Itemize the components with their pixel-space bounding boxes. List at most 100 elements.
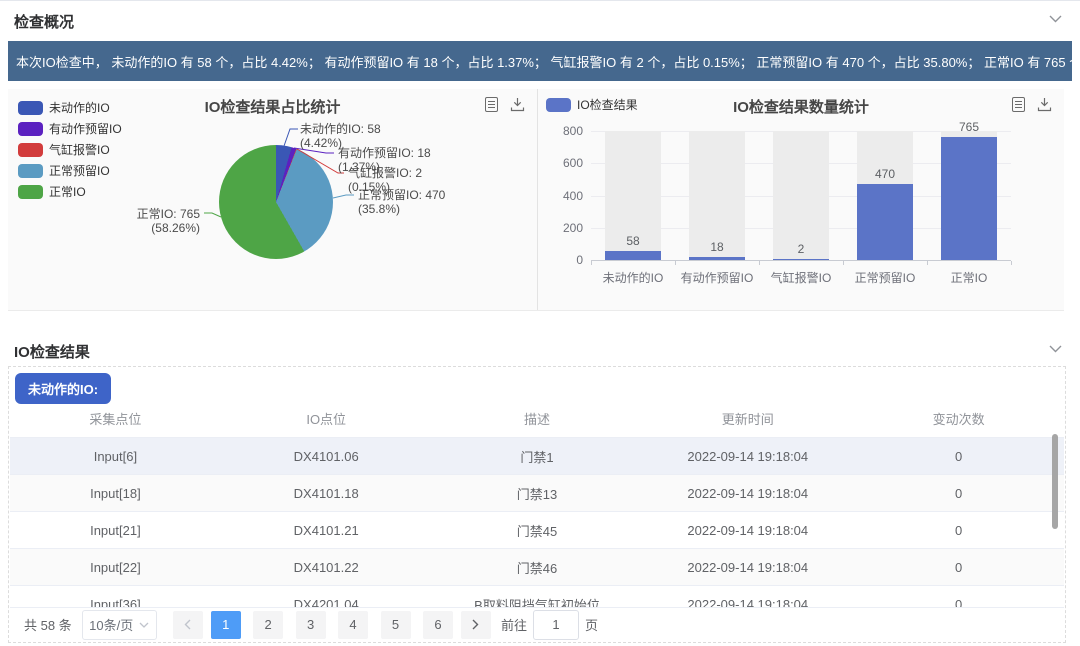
- cell-collect-point: Input[6]: [10, 438, 221, 475]
- pie-chart-title: IO检查结果占比统计: [8, 96, 537, 117]
- column-header: IO点位: [221, 400, 432, 438]
- legend-item[interactable]: 正常IO: [18, 181, 122, 202]
- bar-chart-panel: IO检查结果 IO检查结果数量统计 0200400600800 58 未动作的I…: [537, 89, 1064, 310]
- legend-item[interactable]: 有动作预留IO: [18, 118, 122, 139]
- results-container: 未动作的IO: 采集点位IO点位描述更新时间变动次数 Input[6] DX41…: [8, 366, 1066, 643]
- table-row: Input[6] DX4101.06 门禁1 2022-09-14 19:18:…: [10, 438, 1064, 475]
- pie-label-percent: (58.26%): [100, 221, 200, 235]
- data-view-icon[interactable]: [485, 97, 498, 112]
- column-header: 变动次数: [853, 400, 1064, 438]
- bar-value-label: 765: [927, 120, 1011, 134]
- page-size-select[interactable]: 10条/页: [82, 610, 157, 640]
- bar-plot: 0200400600800 58 未动作的IO 18 有动作预留IO 2 气缸报…: [538, 89, 1064, 310]
- results-section-title: IO检查结果: [14, 341, 90, 362]
- cell-update-time: 2022-09-14 19:18:04: [642, 438, 853, 475]
- pie-label-value: 正常IO: 765: [137, 207, 200, 221]
- legend-item[interactable]: 气缸报警IO: [18, 139, 122, 160]
- cell-description: 门禁1: [432, 438, 643, 475]
- chevron-down-icon[interactable]: [1049, 345, 1062, 353]
- pagination-total: 共 58 条: [24, 615, 72, 634]
- page-number-button[interactable]: 6: [423, 611, 453, 639]
- axis-tick: [759, 261, 760, 265]
- bar-value-label: 470: [843, 167, 927, 181]
- y-axis-label: 0: [538, 253, 583, 267]
- legend-swatch: [18, 164, 43, 178]
- cell-change-count: 0: [853, 438, 1064, 475]
- page-unit-label: 页: [585, 615, 598, 634]
- y-axis-label: 800: [538, 124, 583, 138]
- bar-value-label: 58: [591, 234, 675, 248]
- table-row: Input[21] DX4101.21 门禁45 2022-09-14 19:1…: [10, 512, 1064, 549]
- cell-io-point: DX4101.22: [221, 549, 432, 586]
- bar: [605, 251, 661, 260]
- legend-swatch: [18, 143, 43, 157]
- x-axis-line: [591, 260, 1011, 261]
- cell-collect-point: Input[22]: [10, 549, 221, 586]
- axis-tick: [675, 261, 676, 265]
- bar-column: 18 有动作预留IO: [675, 131, 759, 260]
- bar-column: 765 正常IO: [927, 131, 1011, 260]
- y-axis-label: 200: [538, 221, 583, 235]
- page-number-button[interactable]: 5: [381, 611, 411, 639]
- bar: [857, 184, 913, 260]
- next-page-button[interactable]: [461, 611, 491, 639]
- results-table: 采集点位IO点位描述更新时间变动次数 Input[6] DX4101.06 门禁…: [10, 400, 1064, 623]
- prev-page-button[interactable]: [173, 611, 203, 639]
- page-number-button[interactable]: 2: [253, 611, 283, 639]
- pagination: 共 58 条 10条/页 1 2 3 4 5 6 前往 页: [10, 607, 1064, 641]
- legend-item-label: 正常IO: [49, 183, 86, 200]
- column-header: 描述: [432, 400, 643, 438]
- table-header-row: 采集点位IO点位描述更新时间变动次数: [10, 400, 1064, 438]
- overview-section-header: 检查概况: [0, 7, 1080, 33]
- x-axis-label: 正常IO: [919, 269, 1019, 286]
- legend-item-label: 正常预留IO: [49, 162, 110, 179]
- cell-description: 门禁46: [432, 549, 643, 586]
- cell-collect-point: Input[18]: [10, 475, 221, 512]
- page-number-button[interactable]: 1: [211, 611, 241, 639]
- pie-chart: [219, 145, 333, 259]
- chevron-down-icon[interactable]: [1049, 15, 1062, 23]
- cell-update-time: 2022-09-14 19:18:04: [642, 549, 853, 586]
- cell-collect-point: Input[21]: [10, 512, 221, 549]
- pie-label-value: 有动作预留IO: 18: [338, 146, 431, 160]
- scrollbar-thumb[interactable]: [1052, 434, 1058, 529]
- results-section-header: IO检查结果: [0, 337, 1080, 363]
- legend-swatch: [18, 185, 43, 199]
- goto-page-input[interactable]: [533, 610, 579, 640]
- cell-io-point: DX4101.21: [221, 512, 432, 549]
- pie-label-value: 气缸报警IO: 2: [348, 166, 422, 180]
- download-icon[interactable]: [510, 97, 525, 112]
- legend-item[interactable]: 正常预留IO: [18, 160, 122, 181]
- cell-update-time: 2022-09-14 19:18:04: [642, 512, 853, 549]
- axis-tick: [591, 261, 592, 265]
- pie-slice-label: 正常预留IO: 470 (35.8%): [358, 188, 468, 216]
- pie-slice-label: 正常IO: 765 (58.26%): [100, 207, 200, 235]
- pie-label-value: 正常预留IO: 470: [358, 188, 445, 202]
- page-number-button[interactable]: 4: [338, 611, 368, 639]
- goto-label: 前往: [501, 615, 527, 634]
- page-size-value: 10条/页: [89, 615, 133, 634]
- bar-value-label: 2: [759, 242, 843, 256]
- charts-strip: 未动作的IO 有动作预留IO 气缸报警IO 正常预留IO 正常IO IO检查结果…: [8, 89, 1064, 311]
- bar-column: 2 气缸报警IO: [759, 131, 843, 260]
- cell-change-count: 0: [853, 475, 1064, 512]
- cell-change-count: 0: [853, 549, 1064, 586]
- table-row: Input[22] DX4101.22 门禁46 2022-09-14 19:1…: [10, 549, 1064, 586]
- pie-label-value: 未动作的IO: 58: [300, 122, 381, 136]
- legend-item-label: 气缸报警IO: [49, 141, 110, 158]
- pie-toolbox: [485, 97, 525, 112]
- column-header: 采集点位: [10, 400, 221, 438]
- summary-banner: 本次IO检查中， 未动作的IO 有 58 个，占比 4.42%； 有动作预留IO…: [8, 41, 1072, 81]
- bar-background: [773, 131, 829, 260]
- bar-value-label: 18: [675, 240, 759, 254]
- bar-column: 470 正常预留IO: [843, 131, 927, 260]
- page-number-button[interactable]: 3: [296, 611, 326, 639]
- axis-tick: [1011, 261, 1012, 265]
- overview-section-title: 检查概况: [14, 11, 74, 32]
- pie-label-percent: (35.8%): [358, 202, 468, 216]
- column-header: 更新时间: [642, 400, 853, 438]
- cell-description: 门禁13: [432, 475, 643, 512]
- bar: [941, 137, 997, 260]
- legend-item-label: 有动作预留IO: [49, 120, 122, 137]
- y-axis-label: 600: [538, 156, 583, 170]
